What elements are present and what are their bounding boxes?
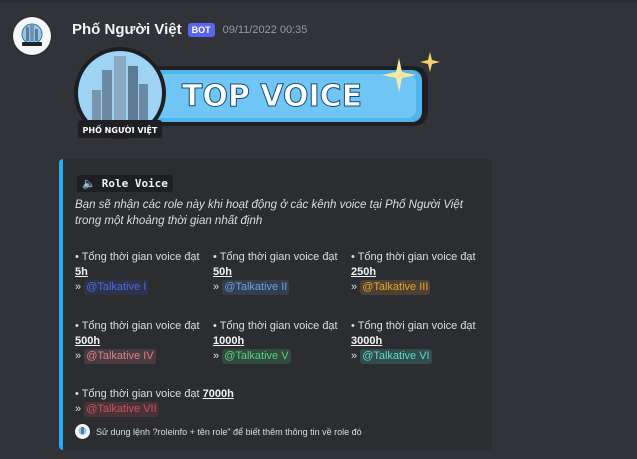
field-talkative-5: • Tổng thời gian voice đạt 1000h » @Talk… bbox=[213, 319, 338, 364]
role-mention[interactable]: @Talkative V bbox=[222, 349, 291, 364]
message-header: Phố Người Việt BOT 09/11/2022 00:35 bbox=[72, 21, 307, 38]
field-prefix: • Tổng thời gian voice đạt bbox=[351, 320, 476, 332]
embed-description: Bạn sẽ nhận các role này khi hoạt động ở… bbox=[75, 199, 463, 227]
field-talkative-1: • Tổng thời gian voice đạt 5h » @Talkati… bbox=[75, 250, 200, 295]
footer-logo-icon bbox=[75, 424, 90, 439]
role-mention[interactable]: @Talkative III bbox=[360, 280, 431, 295]
role-mention[interactable]: @Talkative VII bbox=[84, 402, 159, 417]
field-arrow: » bbox=[351, 281, 358, 293]
field-hours: 1000h bbox=[213, 335, 245, 347]
city-logo: PHỐ NGƯỜI VIỆT bbox=[74, 47, 166, 139]
field-hours: 3000h bbox=[351, 335, 383, 347]
field-arrow: » bbox=[75, 350, 82, 362]
role-mention[interactable]: @Talkative II bbox=[222, 280, 290, 295]
field-arrow: » bbox=[351, 350, 358, 362]
top-voice-banner[interactable]: TOP VOICE PHỐ NGƯỜI VIỆT bbox=[72, 40, 452, 152]
embed-title: 🔈 Role Voice bbox=[77, 175, 173, 192]
field-prefix: • Tổng thời gian voice đạt bbox=[75, 388, 200, 400]
role-mention[interactable]: @Talkative IV bbox=[84, 349, 156, 364]
field-talkative-4: • Tổng thời gian voice đạt 500h » @Talka… bbox=[75, 319, 200, 364]
field-talkative-6: • Tổng thời gian voice đạt 3000h » @Talk… bbox=[351, 319, 476, 364]
field-hours: 500h bbox=[75, 335, 101, 347]
field-prefix: • Tổng thời gian voice đạt bbox=[75, 320, 200, 332]
field-arrow: » bbox=[75, 281, 82, 293]
bot-badge: BOT bbox=[187, 22, 215, 37]
author-name[interactable]: Phố Người Việt bbox=[72, 21, 182, 38]
field-hours: 50h bbox=[213, 266, 232, 278]
speaker-icon: 🔈 bbox=[82, 177, 96, 190]
field-hours: 250h bbox=[351, 266, 377, 278]
role-mention[interactable]: @Talkative VI bbox=[360, 349, 432, 364]
previous-message-divider bbox=[0, 0, 637, 3]
field-prefix: • Tổng thời gian voice đạt bbox=[213, 251, 338, 263]
message-timestamp: 09/11/2022 00:35 bbox=[222, 23, 308, 36]
role-voice-embed: 🔈 Role Voice Bạn sẽ nhận các role này kh… bbox=[59, 159, 492, 450]
field-talkative-3: • Tổng thời gian voice đạt 250h » @Talka… bbox=[351, 250, 476, 295]
field-talkative-2: • Tổng thời gian voice đạt 50h » @Talkat… bbox=[213, 250, 338, 295]
field-prefix: • Tổng thời gian voice đạt bbox=[351, 251, 476, 263]
bot-avatar[interactable] bbox=[13, 17, 51, 55]
role-mention[interactable]: @Talkative I bbox=[84, 280, 149, 295]
field-arrow: » bbox=[213, 350, 220, 362]
field-arrow: » bbox=[213, 281, 220, 293]
embed-title-text: Role Voice bbox=[101, 177, 168, 190]
footer-text: Sử dụng lệnh ?roleinfo + tên role" để bi… bbox=[96, 426, 362, 437]
field-prefix: • Tổng thời gian voice đạt bbox=[75, 251, 200, 263]
field-arrow: » bbox=[75, 403, 82, 415]
field-hours: 5h bbox=[75, 266, 88, 278]
banner-title: TOP VOICE bbox=[182, 79, 362, 114]
embed-footer: Sử dụng lệnh ?roleinfo + tên role" để bi… bbox=[75, 424, 362, 439]
field-talkative-7: • Tổng thời gian voice đạt 7000h » @Talk… bbox=[75, 387, 234, 417]
field-prefix: • Tổng thời gian voice đạt bbox=[213, 320, 338, 332]
field-hours: 7000h bbox=[202, 388, 234, 400]
